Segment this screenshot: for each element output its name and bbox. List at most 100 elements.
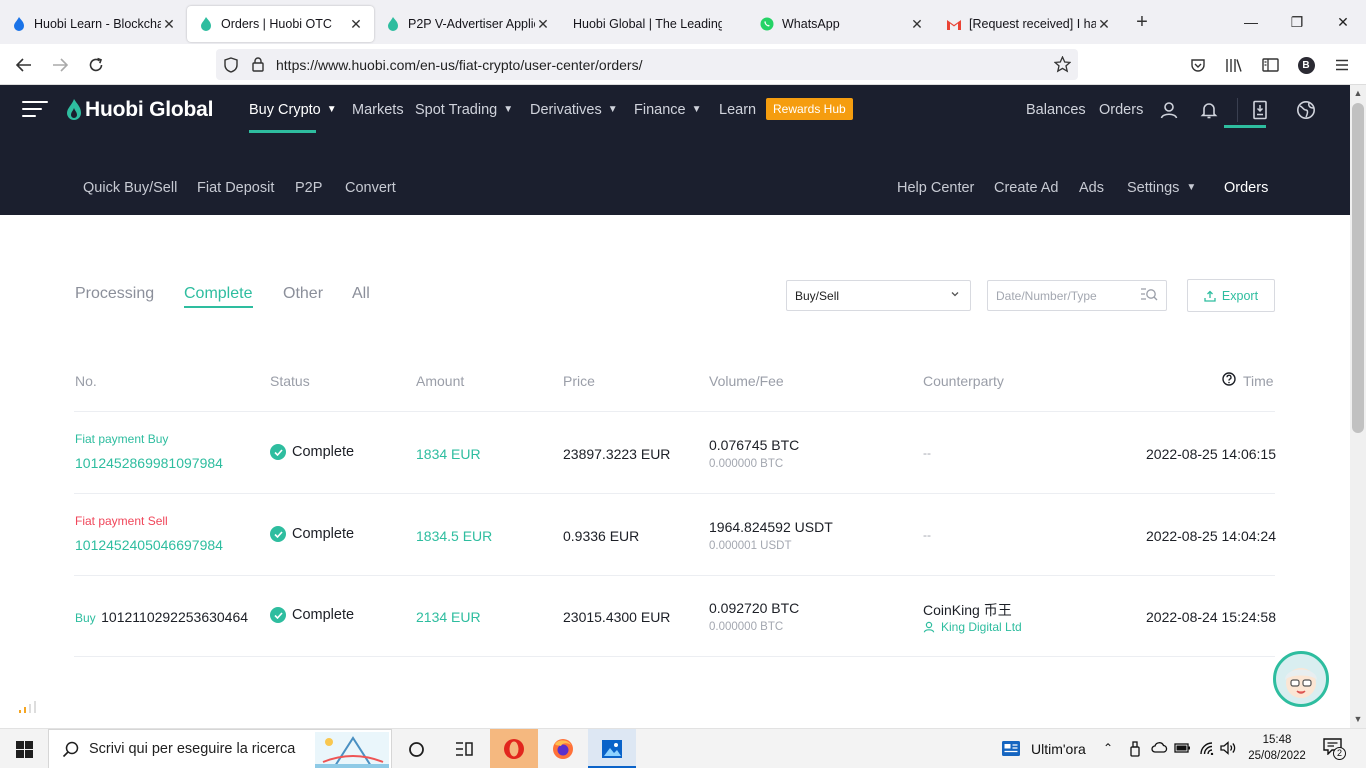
back-button[interactable] [10, 52, 38, 78]
price-value: 0.9336 EUR [563, 528, 640, 544]
browser-tab-huobi-learn[interactable]: Huobi Learn - Blockchain ✕ [0, 6, 187, 42]
nav-finance[interactable]: Finance ▼ [634, 102, 702, 118]
counterparty-company[interactable]: King Digital Ltd [923, 620, 1022, 634]
reload-button[interactable] [82, 52, 110, 78]
task-view-icon[interactable] [392, 729, 440, 768]
help-circle-icon[interactable] [1222, 372, 1236, 386]
nav-markets[interactable]: Markets [352, 102, 404, 118]
usb-icon[interactable] [1129, 741, 1141, 757]
bell-icon[interactable] [1199, 100, 1219, 120]
opera-app-icon[interactable] [490, 729, 538, 768]
subnav-help-center[interactable]: Help Center [897, 180, 974, 196]
user-icon[interactable] [1159, 100, 1179, 120]
export-button[interactable]: Export [1187, 279, 1275, 312]
subnav-convert[interactable]: Convert [345, 180, 396, 196]
nav-derivatives[interactable]: Derivatives ▼ [530, 102, 618, 118]
cloud-icon[interactable] [1151, 741, 1168, 754]
page-scrollbar[interactable]: ▲ ▼ [1350, 85, 1366, 728]
volume-value: 0.076745 BTC [709, 437, 800, 453]
chevron-down-icon: ▼ [607, 104, 618, 115]
download-app-icon[interactable] [1250, 100, 1270, 120]
address-bar[interactable]: https://www.huobi.com/en-us/fiat-crypto/… [216, 49, 1078, 80]
browser-tab-p2p[interactable]: P2P V-Advertiser Applicat ✕ [374, 6, 561, 42]
tab-processing[interactable]: Processing [75, 285, 154, 303]
subnav-settings[interactable]: Settings ▼ [1127, 180, 1196, 196]
nav-orders[interactable]: Orders [1099, 102, 1143, 118]
order-number-link[interactable]: 1012452405046697984 [75, 537, 223, 553]
nav-label: Buy Crypto [249, 102, 321, 118]
browser-tab-huobi-global[interactable]: Huobi Global | The Leading G [561, 6, 748, 42]
subnav-fiat-deposit[interactable]: Fiat Deposit [197, 180, 274, 196]
new-tab-button[interactable]: + [1126, 6, 1158, 38]
time-value: 2022-08-24 15:24:58 [1146, 609, 1276, 625]
sidebar-icon[interactable] [1256, 52, 1284, 78]
close-icon[interactable]: ✕ [909, 16, 925, 33]
chevron-up-icon[interactable]: ⌃ [1103, 741, 1113, 755]
nav-label: Spot Trading [415, 102, 498, 118]
scroll-thumb[interactable] [1352, 103, 1364, 433]
price-value: 23015.4300 EUR [563, 609, 671, 625]
url-text: https://www.huobi.com/en-us/fiat-crypto/… [276, 57, 643, 73]
restore-icon[interactable]: ❐ [1274, 0, 1320, 44]
sub-nav: Quick Buy/Sell Fiat Deposit P2P Convert … [0, 180, 1350, 210]
taskbar-search-box[interactable]: Scrivi qui per eseguire la ricerca [48, 729, 392, 768]
globe-icon[interactable] [1296, 100, 1316, 120]
nav-label: Finance [634, 102, 686, 118]
browser-tab-bar: Huobi Learn - Blockchain ✕ Orders | Huob… [0, 0, 1366, 44]
select-value: Buy/Sell [795, 289, 840, 303]
star-icon [1054, 56, 1071, 73]
tab-complete[interactable]: Complete [184, 285, 252, 303]
volume-icon[interactable] [1220, 741, 1237, 755]
counterparty-name[interactable]: CoinKing 币王 [923, 600, 1012, 620]
nav-spot-trading[interactable]: Spot Trading ▼ [415, 102, 513, 118]
scroll-down-icon[interactable]: ▼ [1353, 714, 1363, 724]
menu-icon[interactable] [1328, 52, 1356, 78]
rewards-hub-button[interactable]: Rewards Hub [766, 98, 853, 120]
windows-start-icon[interactable] [0, 729, 48, 768]
news-icon[interactable] [1001, 740, 1021, 757]
search-highlight-icon [315, 732, 389, 768]
subnav-create-ad[interactable]: Create Ad [994, 180, 1059, 196]
widgets-icon[interactable] [440, 729, 488, 768]
scroll-up-icon[interactable]: ▲ [1353, 88, 1363, 98]
browser-tab-whatsapp[interactable]: WhatsApp ✕ [748, 6, 935, 42]
arrow-left-icon [16, 58, 31, 72]
tab-all[interactable]: All [352, 285, 370, 303]
taskbar-clock[interactable]: 15:48 25/08/2022 [1243, 732, 1311, 764]
subnav-orders[interactable]: Orders [1224, 180, 1268, 196]
subnav-quick-buy-sell[interactable]: Quick Buy/Sell [83, 180, 177, 196]
battery-icon[interactable] [1174, 741, 1191, 754]
order-number-link[interactable]: 1012452869981097984 [75, 455, 223, 471]
notification-center-icon[interactable]: 2 [1323, 738, 1347, 760]
pocket-icon[interactable] [1184, 52, 1212, 78]
firefox-app-icon[interactable] [539, 729, 587, 768]
nav-buy-crypto[interactable]: Buy Crypto ▼ [249, 102, 337, 118]
subnav-p2p[interactable]: P2P [295, 180, 322, 196]
nav-balances[interactable]: Balances [1026, 102, 1086, 118]
close-icon[interactable]: ✕ [535, 16, 551, 33]
nav-label: Markets [352, 102, 404, 118]
close-icon[interactable]: ✕ [348, 16, 364, 33]
close-icon[interactable]: ✕ [161, 16, 177, 33]
support-chat-button[interactable] [1273, 651, 1329, 707]
nav-learn[interactable]: Learn [719, 102, 756, 118]
order-number-link[interactable]: 1012110292253630464 [101, 609, 248, 625]
hamburger-menu-icon[interactable] [22, 101, 48, 119]
minimize-icon[interactable]: — [1228, 0, 1274, 44]
news-label[interactable]: Ultim'ora [1031, 741, 1086, 757]
photos-app-icon[interactable] [588, 729, 636, 768]
huobi-logo[interactable]: Huobi Global [66, 98, 213, 122]
close-icon[interactable]: ✕ [1096, 16, 1112, 33]
fee-value: 0.000000 BTC [709, 458, 784, 470]
forward-button[interactable] [46, 52, 74, 78]
subnav-ads[interactable]: Ads [1079, 180, 1104, 196]
buy-sell-select[interactable]: Buy/Sell [786, 280, 971, 311]
window-close-icon[interactable]: ✕ [1320, 0, 1366, 44]
tab-other[interactable]: Other [283, 285, 323, 303]
profile-avatar[interactable]: B [1292, 52, 1320, 78]
library-icon[interactable] [1220, 52, 1248, 78]
search-icon[interactable] [1140, 286, 1158, 304]
wifi-icon[interactable] [1199, 741, 1215, 755]
browser-tab-orders[interactable]: Orders | Huobi OTC ✕ [187, 6, 374, 42]
browser-tab-gmail[interactable]: [Request received] I have ✕ [935, 6, 1122, 42]
